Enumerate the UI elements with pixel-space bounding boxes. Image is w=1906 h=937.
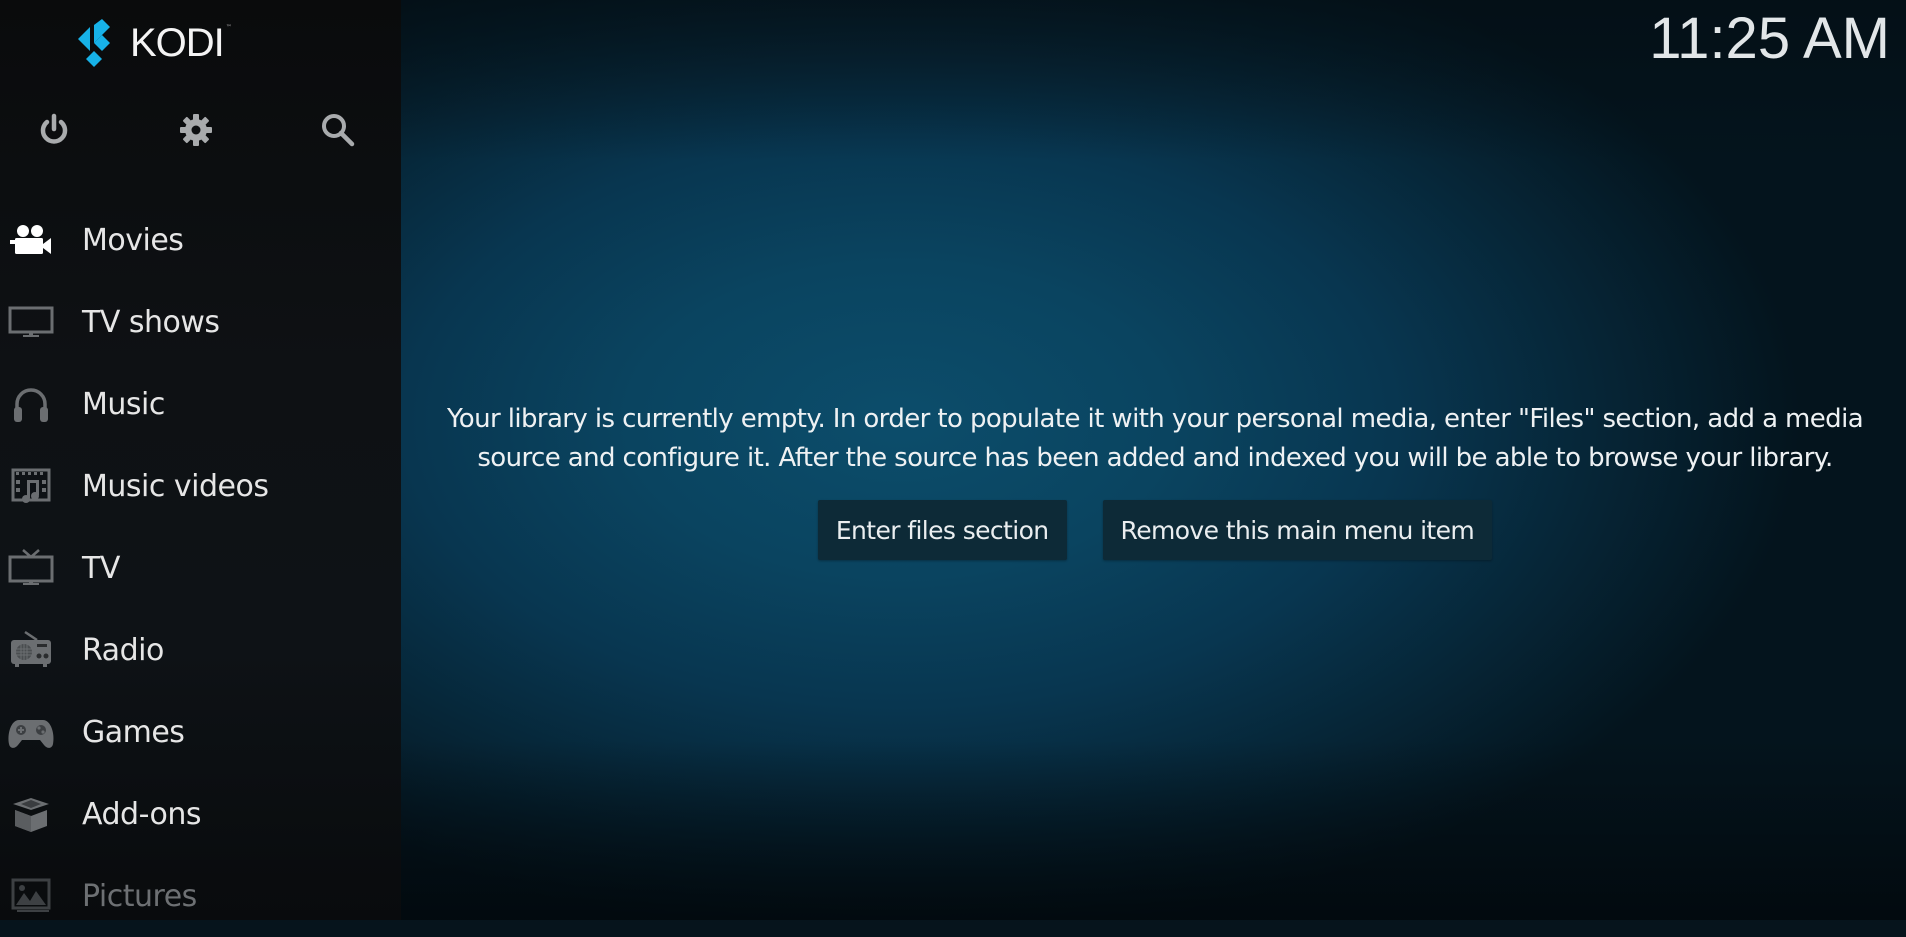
music-video-icon (6, 466, 56, 506)
kodi-logo-icon (78, 19, 110, 67)
sidebar-item-label: Pictures (82, 878, 197, 914)
power-button[interactable] (34, 110, 74, 150)
sidebar-item-radio[interactable]: Radio (0, 609, 401, 691)
sidebar-item-games[interactable]: Games (0, 691, 401, 773)
sidebar-item-movies[interactable]: Movies (0, 199, 401, 281)
empty-library-message: Your library is currently empty. In orde… (446, 404, 1864, 473)
remove-menu-item-button[interactable]: Remove this main menu item (1102, 500, 1493, 560)
sidebar-item-music-videos[interactable]: Music videos (0, 445, 401, 527)
movie-camera-icon (6, 220, 56, 260)
clock: 11:25 AM (1649, 4, 1890, 72)
sidebar-item-tv[interactable]: TV (0, 527, 401, 609)
sidebar-item-pictures[interactable]: Pictures (0, 855, 401, 937)
search-button[interactable] (318, 110, 358, 150)
enter-files-section-button[interactable]: Enter files section (817, 500, 1067, 560)
pictures-icon (6, 876, 56, 916)
sidebar-item-music[interactable]: Music (0, 363, 401, 445)
empty-library-panel: Your library is currently empty. In orde… (440, 400, 1870, 560)
kodi-logo-text: KODI (130, 21, 225, 65)
sidebar-item-label: TV shows (82, 304, 220, 340)
radio-icon (6, 630, 56, 670)
power-icon (40, 113, 68, 144)
settings-gear-icon (180, 114, 212, 146)
gamepad-icon (6, 712, 56, 752)
settings-button[interactable] (176, 110, 216, 150)
sidebar-item-label: Music videos (82, 468, 269, 504)
sidebar: KODI ™ Movies TV shows Music Music video… (0, 0, 401, 920)
sidebar-item-label: TV (82, 550, 120, 586)
action-buttons: Enter files section Remove this main men… (440, 500, 1870, 560)
main-menu: Movies TV shows Music Music videos TV Ra… (0, 199, 401, 937)
sidebar-item-label: Movies (82, 222, 184, 258)
clock-text: 11:25 AM (1649, 6, 1890, 71)
sidebar-item-label: Games (82, 714, 185, 750)
headphones-icon (6, 384, 56, 424)
sidebar-item-label: Music (82, 386, 165, 422)
sidebar-top-icons (0, 110, 401, 150)
trademark-mark: ™ (225, 24, 232, 31)
addons-box-icon (6, 794, 56, 834)
sidebar-item-tv-shows[interactable]: TV shows (0, 281, 401, 363)
sidebar-item-label: Add-ons (82, 796, 201, 832)
search-icon (322, 114, 355, 147)
sidebar-item-label: Radio (82, 632, 164, 668)
tv-antenna-icon (6, 548, 56, 588)
sidebar-item-add-ons[interactable]: Add-ons (0, 773, 401, 855)
monitor-icon (6, 302, 56, 342)
kodi-logo: KODI ™ (72, 18, 232, 68)
